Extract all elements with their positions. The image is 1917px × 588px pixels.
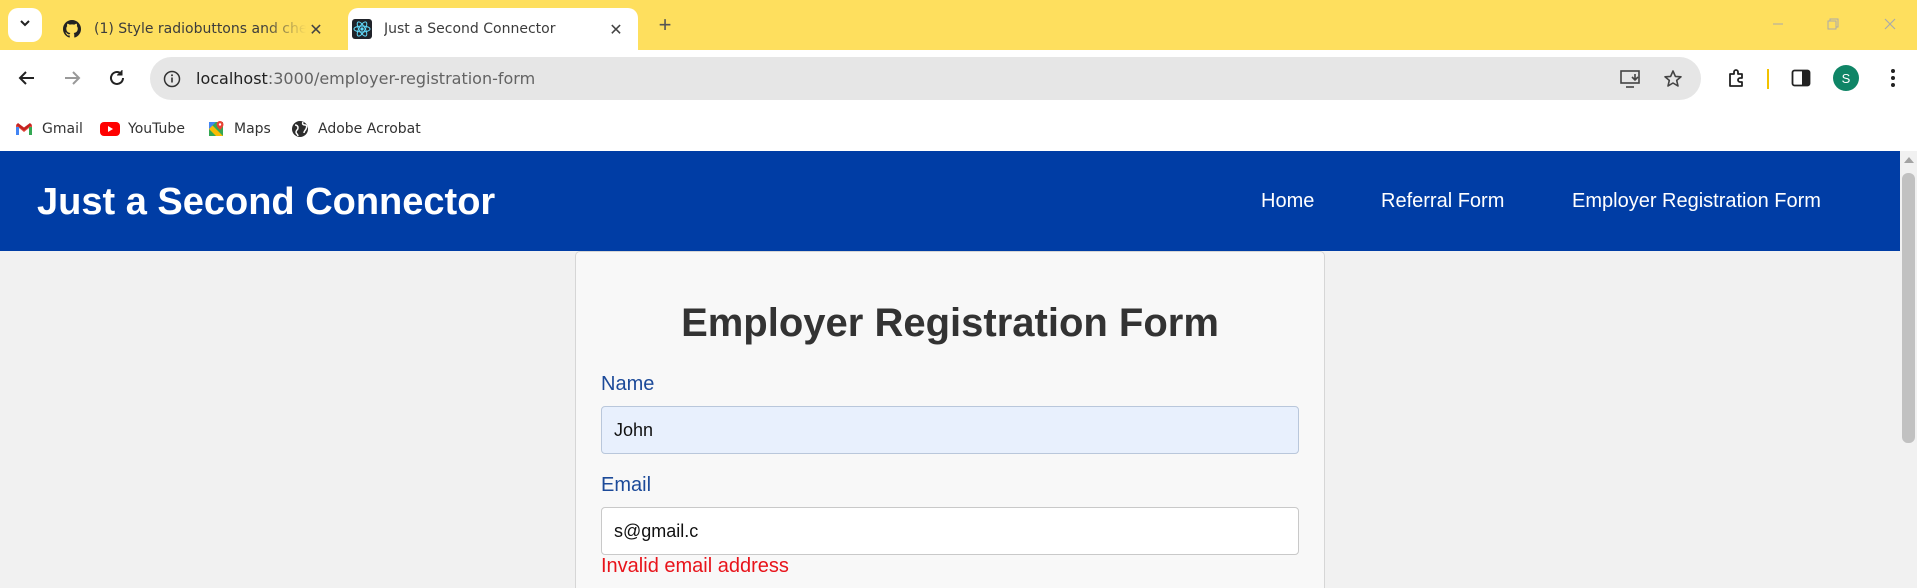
close-tab-icon[interactable]: ✕	[306, 19, 326, 39]
kebab-menu-icon[interactable]	[1878, 63, 1908, 93]
reload-button[interactable]	[102, 63, 132, 93]
profile-avatar[interactable]: S	[1833, 65, 1859, 91]
registration-form-card: Employer Registration Form Name Email In…	[575, 251, 1325, 588]
tab-title: (1) Style radiobuttons and checkboxes	[94, 21, 306, 37]
nav-link-home[interactable]: Home	[1261, 190, 1314, 213]
tab-active[interactable]: Just a Second Connector ✕	[348, 8, 638, 50]
bookmark-label: Adobe Acrobat	[318, 121, 421, 137]
url-text[interactable]: localhost:3000/employer-registration-for…	[196, 69, 535, 88]
scrollbar-thumb[interactable]	[1902, 173, 1915, 443]
reload-icon	[110, 70, 124, 85]
react-icon	[352, 19, 372, 39]
tab-search-button[interactable]	[8, 8, 42, 42]
form-title: Employer Registration Form	[681, 301, 1219, 345]
email-label: Email	[601, 474, 652, 496]
browser-tab-strip: (1) Style radiobuttons and checkboxes ✕ …	[0, 0, 1917, 50]
gmail-icon	[14, 119, 34, 139]
bookmark-youtube[interactable]: YouTube	[100, 117, 185, 141]
email-error-message: Invalid email address	[601, 555, 789, 577]
bookmark-gmail[interactable]: Gmail	[14, 117, 83, 141]
globe-icon	[290, 119, 310, 139]
youtube-icon	[100, 119, 120, 139]
address-bar[interactable]: localhost:3000/employer-registration-for…	[150, 57, 1701, 100]
close-window-button[interactable]	[1870, 8, 1910, 40]
install-app-icon[interactable]	[1618, 66, 1644, 92]
toolbar-divider	[1767, 69, 1769, 89]
bookmark-label: Maps	[234, 121, 271, 137]
site-header: Just a Second Connector Home Referral Fo…	[0, 151, 1900, 251]
bookmark-label: Gmail	[42, 121, 83, 137]
close-tab-icon[interactable]: ✕	[606, 19, 626, 39]
restore-button[interactable]	[1813, 8, 1853, 40]
arrow-right-icon	[65, 71, 81, 85]
name-input[interactable]	[601, 406, 1299, 454]
nav-link-referral-form[interactable]: Referral Form	[1381, 190, 1504, 213]
chevron-down-icon	[18, 16, 32, 35]
bookmark-adobe-acrobat[interactable]: Adobe Acrobat	[290, 117, 421, 141]
tab-title: Just a Second Connector	[384, 21, 556, 37]
bookmark-maps[interactable]: Maps	[206, 117, 271, 141]
bookmark-star-icon[interactable]	[1660, 66, 1686, 92]
url-host: localhost	[196, 69, 268, 88]
page-scrollbar[interactable]	[1900, 151, 1917, 588]
forward-button[interactable]	[57, 63, 87, 93]
tab-github[interactable]: (1) Style radiobuttons and checkboxes ✕	[58, 8, 338, 50]
plus-icon: +	[658, 12, 672, 37]
side-panel-icon[interactable]	[1786, 63, 1816, 93]
site-title[interactable]: Just a Second Connector	[37, 181, 495, 224]
github-icon	[62, 19, 82, 39]
url-path: :3000/employer-registration-form	[267, 69, 536, 88]
bookmark-label: YouTube	[128, 121, 185, 137]
site-info-icon[interactable]	[160, 67, 184, 91]
email-input[interactable]	[601, 507, 1299, 555]
minimize-button[interactable]	[1758, 8, 1798, 40]
maps-icon	[206, 119, 226, 139]
new-tab-button[interactable]: +	[650, 10, 680, 40]
nav-link-employer-registration-form[interactable]: Employer Registration Form	[1572, 190, 1821, 213]
extensions-icon[interactable]	[1722, 63, 1752, 93]
scroll-up-arrow-icon[interactable]	[1904, 157, 1914, 163]
name-label: Name	[601, 373, 655, 395]
back-button[interactable]	[12, 63, 42, 93]
bookmarks-bar: Gmail YouTube Maps Adobe Acrobat	[0, 107, 1917, 151]
arrow-left-icon	[18, 71, 34, 85]
browser-toolbar: localhost:3000/employer-registration-for…	[0, 50, 1917, 107]
